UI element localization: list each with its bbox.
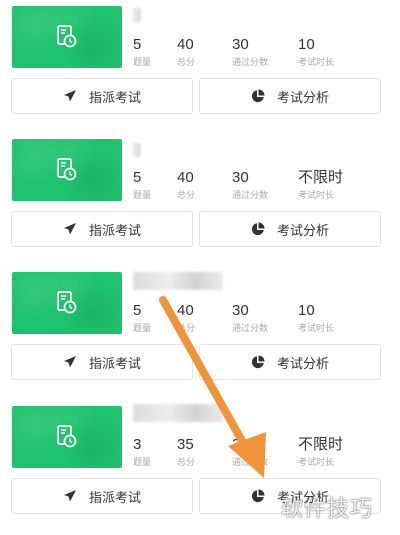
exam-paper-clock-icon [57, 425, 77, 448]
assign-exam-label: 指派考试 [88, 222, 141, 238]
stat-question-count: 5 题量 [133, 36, 152, 67]
paper-plane-icon [63, 489, 77, 503]
watermark-text: 软件技巧 [281, 497, 374, 522]
exam-card[interactable]: 5 题量 40 总分 30 通过分数 不限时 考试时长 指派考试 考试分析 [0, 133, 400, 253]
exam-thumbnail[interactable] [12, 6, 122, 68]
exam-analysis-button[interactable]: 考试分析 [199, 78, 381, 114]
assign-exam-label: 指派考试 [88, 89, 141, 105]
stat-question-count: 5 题量 [133, 169, 152, 200]
blurred-title-4 [133, 404, 223, 422]
exam-analysis-label: 考试分析 [276, 222, 329, 238]
stat-duration: 不限时 考试时长 [298, 169, 344, 200]
stat-duration: 10 考试时长 [298, 302, 335, 333]
exam-paper-clock-icon [57, 158, 77, 181]
stat-question-count: 3 题量 [133, 436, 152, 467]
assign-exam-button[interactable]: 指派考试 [11, 78, 193, 114]
blurred-title-1 [133, 8, 141, 22]
exam-analysis-label: 考试分析 [276, 355, 329, 371]
stat-pass-score: 30 通过分数 [232, 169, 269, 200]
blurred-title-3 [133, 272, 223, 290]
exam-card[interactable]: 5 题量 40 总分 30 通过分数 10 考试时长 指派考试 考试分析 [0, 0, 400, 120]
stat-pass-score: 30 通过分数 [232, 36, 269, 67]
stat-question-count: 5 题量 [133, 302, 152, 333]
paper-plane-icon [63, 355, 77, 369]
assign-exam-label: 指派考试 [88, 489, 141, 505]
exam-paper-clock-icon [57, 291, 77, 314]
paper-plane-icon [63, 222, 77, 236]
stat-total-score: 40 总分 [177, 169, 196, 200]
exam-analysis-button[interactable]: 考试分析 [199, 211, 381, 247]
assign-exam-label: 指派考试 [88, 355, 141, 371]
exam-thumbnail[interactable] [12, 406, 122, 468]
pie-chart-icon [251, 355, 265, 369]
exam-analysis-label: 考试分析 [276, 89, 329, 105]
assign-exam-button[interactable]: 指派考试 [11, 478, 193, 514]
exam-thumbnail[interactable] [12, 272, 122, 334]
pie-chart-icon [251, 89, 265, 103]
exam-thumbnail[interactable] [12, 139, 122, 201]
paper-plane-icon [63, 89, 77, 103]
exam-title [132, 139, 222, 155]
stat-total-score: 40 总分 [177, 302, 196, 333]
stat-pass-score: 30 通过分数 [232, 302, 269, 333]
stat-total-score: 35 总分 [177, 436, 196, 467]
exam-title [132, 6, 222, 22]
pie-chart-icon [251, 222, 265, 236]
assign-exam-button[interactable]: 指派考试 [11, 211, 193, 247]
exam-paper-clock-icon [57, 25, 77, 48]
exam-analysis-button[interactable]: 考试分析 [199, 344, 381, 380]
stat-duration: 10 考试时长 [298, 36, 335, 67]
blurred-title-2 [133, 143, 141, 157]
stat-duration: 不限时 考试时长 [298, 436, 344, 467]
assign-exam-button[interactable]: 指派考试 [11, 344, 193, 380]
pie-chart-icon [251, 489, 265, 503]
stat-total-score: 40 总分 [177, 36, 196, 67]
stat-pass-score: 30 通过分数 [232, 436, 269, 467]
